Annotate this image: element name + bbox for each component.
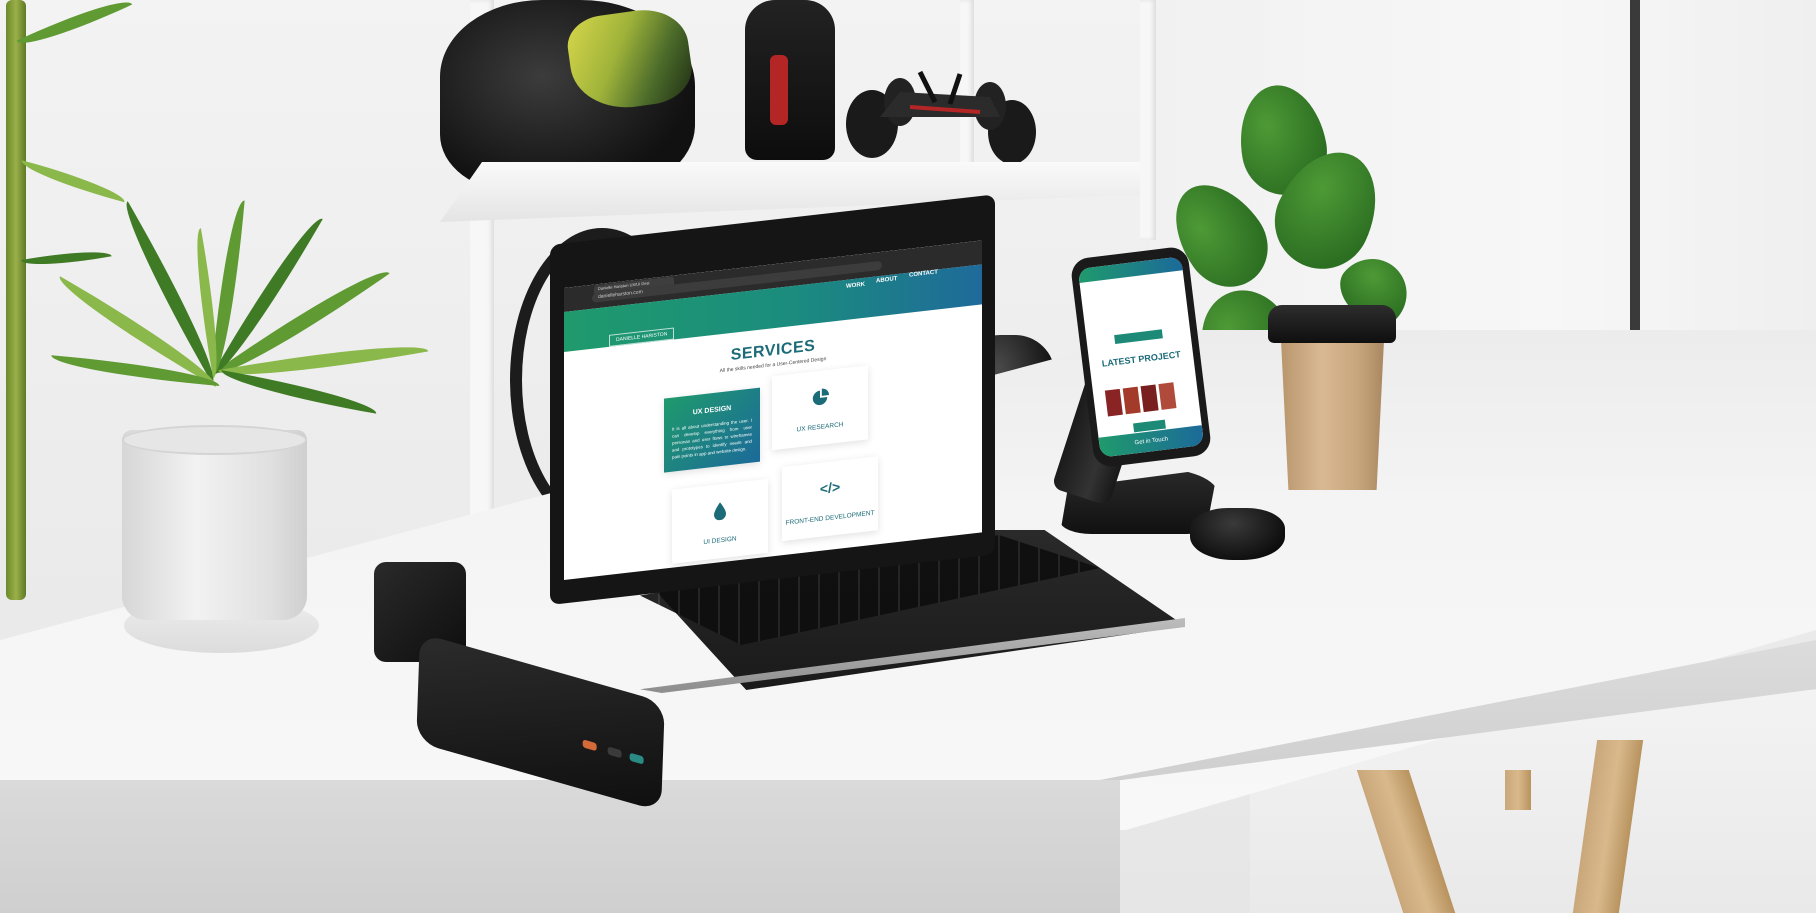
- drop-icon: [714, 502, 726, 521]
- bamboo-leaf: [16, 0, 133, 56]
- shelf-board: [440, 162, 1140, 222]
- rc-controller-trigger: [770, 55, 788, 125]
- palm-frond: [218, 370, 379, 414]
- code-icon: </>: [819, 478, 841, 497]
- service-card-ui-design[interactable]: UI DESIGN: [672, 478, 768, 564]
- service-card-front-end[interactable]: </> FRONT-END DEVELOPMENT: [782, 456, 878, 542]
- usb-port: [629, 752, 644, 765]
- service-title: UX RESEARCH: [796, 421, 844, 434]
- plant-pot: [122, 430, 307, 620]
- coffee-cup: [1280, 320, 1385, 490]
- phone-cta-button[interactable]: [1114, 329, 1163, 345]
- shelf-post-right: [1140, 0, 1156, 240]
- service-title: UI DESIGN: [703, 535, 737, 547]
- earbuds-case: [1190, 508, 1285, 560]
- phone-site-header: [1077, 256, 1183, 283]
- smartphone: LATEST PROJECT Get in Touch: [1069, 245, 1213, 469]
- project-thumbnail[interactable]: [1104, 388, 1123, 417]
- rc-controller: [745, 0, 835, 160]
- coffee-cup-lid: [1268, 305, 1396, 343]
- project-thumbnail[interactable]: [1140, 384, 1159, 413]
- laptop-screen: Danielle Hariston UX/UI Desi daniellehar…: [564, 240, 982, 580]
- nav-about[interactable]: ABOUT: [876, 276, 897, 284]
- bamboo-stalk: [6, 0, 26, 600]
- desk-front-edge: [0, 780, 1120, 913]
- service-card-ux-research[interactable]: UX RESEARCH: [772, 365, 868, 451]
- project-thumbnail[interactable]: [1122, 386, 1141, 415]
- nav-work[interactable]: WORK: [846, 282, 865, 290]
- rc-car: [846, 70, 1036, 164]
- phone-screen: LATEST PROJECT Get in Touch: [1077, 256, 1205, 458]
- project-thumbnail[interactable]: [1158, 382, 1177, 410]
- site-brand[interactable]: DANIELLE HARISTON: [609, 327, 675, 347]
- phone-latest-project-heading: LATEST PROJECT: [1101, 349, 1182, 369]
- desk-leg-brace: [1505, 770, 1531, 810]
- pie-chart-icon: [812, 388, 829, 406]
- usb-port: [582, 739, 597, 752]
- floor-lamp-pole: [1630, 0, 1640, 345]
- service-title: FRONT-END DEVELOPMENT: [785, 509, 875, 527]
- palm-plant: [40, 70, 460, 450]
- service-description: It is all about understanding the user. …: [672, 417, 752, 460]
- service-card-ux-design[interactable]: UX DESIGN It is all about understanding …: [664, 387, 760, 473]
- usb-c-port: [607, 746, 622, 759]
